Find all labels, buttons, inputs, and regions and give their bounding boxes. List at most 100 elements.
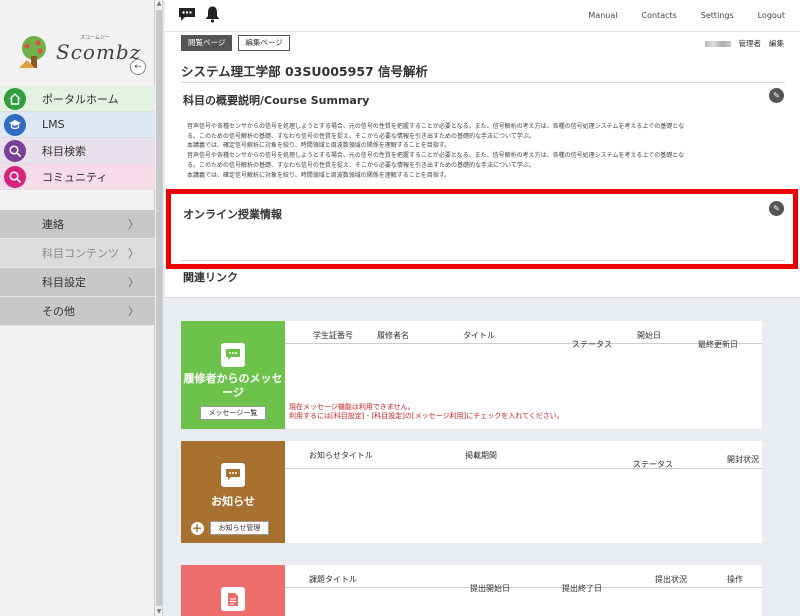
column-header-label: 最終更新日	[698, 340, 738, 349]
message-bubble-icon[interactable]	[178, 7, 196, 22]
messages-panel-title: 履修者からのメッセージ	[183, 372, 283, 399]
menu-item-label: その他	[42, 305, 75, 318]
sort-triangle-icon: ▽	[572, 339, 578, 347]
assignments-table-header: 課題タイトル 提出開始日 ▽ 提出終了日 ▽ 提出状況 操作	[285, 565, 762, 593]
column-header-label: ステータス	[633, 460, 673, 469]
sidebar-item-community[interactable]: コミュニティ	[0, 164, 155, 190]
tree-logo-icon	[19, 36, 46, 68]
news-table-header: お知らせタイトル 掲載期間 ステータス ▽ 開封状況 ▽	[285, 441, 762, 469]
news-side-panel: お知らせ + お知らせ管理	[181, 441, 285, 543]
sidebar-scrollbar[interactable]: ▲ ▼	[155, 0, 163, 616]
plus-icon[interactable]: +	[190, 521, 204, 535]
news-card: お知らせ + お知らせ管理 お知らせタイトル 掲載期間 ステータス ▽ 開封状況…	[181, 441, 762, 543]
menu-item-contact[interactable]: 連絡 〉	[0, 210, 155, 239]
top-bar: Manual Contacts Settings Logout	[165, 0, 800, 32]
divider	[181, 82, 785, 83]
scroll-up-icon[interactable]: ▲	[155, 0, 163, 8]
sidebar-menu: 連絡 〉 科目コンテンツ 〉 科目設定 〉 その他 〉	[0, 210, 155, 326]
menu-item-label: 科目コンテンツ	[42, 247, 119, 260]
course-summary-text: 音声信号や各種センサからの信号を処理しようとする場合、元の信号の性質を把握するこ…	[187, 122, 777, 180]
sidebar: スコームジー Scombz ← ポータルホーム LMS 科目検索 コミュニティ …	[0, 0, 155, 616]
sidebar-item-label: ポータルホーム	[42, 92, 119, 106]
chevron-right-icon: 〉	[128, 305, 139, 318]
assignments-side-panel	[181, 565, 285, 616]
summary-line: る。このための信号解析の基礎、すなわち信号の性質を捉え、そこから必要な情報を引き…	[187, 132, 535, 140]
sidebar-item-label: 科目検索	[42, 144, 86, 158]
manual-link[interactable]: Manual	[588, 11, 617, 20]
top-links: Manual Contacts Settings Logout	[588, 11, 785, 20]
notice-line: 現在メッセージ機能は利用できません。	[289, 403, 415, 411]
user-role: 管理者	[738, 39, 762, 48]
search-icon	[4, 139, 26, 162]
page-mode-tabs: 閲覧ページ 編集ページ	[181, 35, 290, 51]
sidebar-item-portal-home[interactable]: ポータルホーム	[0, 86, 155, 112]
bell-icon[interactable]	[204, 5, 221, 23]
message-icon	[221, 463, 245, 487]
column-header: 提出状況	[655, 575, 687, 584]
summary-line: 本講義では、確定信号解析に対象を絞り、時間領域と周波数領域の関係を理解することを…	[187, 142, 451, 150]
news-panel-title: お知らせ	[211, 495, 255, 508]
column-header-label: 提出開始日	[470, 584, 510, 593]
course-summary-title: 科目の概要説明/Course Summary	[183, 94, 370, 107]
summary-line: 音声信号や各種センサからの信号を処理しようとする場合、元の信号の性質を把握するこ…	[187, 123, 685, 130]
menu-item-course-settings[interactable]: 科目設定 〉	[0, 268, 155, 297]
scroll-down-icon[interactable]: ▼	[155, 608, 163, 616]
collapse-sidebar-button[interactable]: ←	[130, 59, 146, 75]
menu-item-course-contents[interactable]: 科目コンテンツ 〉	[0, 239, 155, 268]
chevron-right-icon: 〉	[128, 218, 139, 231]
sidebar-item-label: LMS	[42, 118, 65, 131]
sidebar-item-label: コミュニティ	[42, 170, 108, 184]
tab-edit-page[interactable]: 編集ページ	[238, 35, 290, 51]
sort-triangle-icon: ▽	[633, 459, 639, 467]
logo-wordmark: Scombz	[56, 40, 142, 64]
column-header: 操作	[727, 575, 743, 584]
column-header: お知らせタイトル	[309, 451, 373, 460]
settings-link[interactable]: Settings	[701, 11, 734, 20]
scombz-logo[interactable]: スコームジー Scombz	[16, 32, 140, 72]
sort-triangle-icon: ▽	[727, 456, 733, 464]
contacts-link[interactable]: Contacts	[642, 11, 677, 20]
column-header: 学生証番号	[313, 331, 353, 340]
message-icon	[221, 343, 245, 367]
news-actions: + お知らせ管理	[190, 521, 270, 535]
column-header: 課題タイトル	[309, 575, 357, 584]
sort-triangle-icon: ▽	[698, 339, 704, 347]
tab-view-page[interactable]: 閲覧ページ	[181, 35, 233, 51]
page-title: システム理工学部 03SU005957 信号解析	[181, 64, 429, 79]
column-header-label: ステータス	[572, 340, 612, 349]
messages-table-header: 学生証番号 履修者名 タイトル ステータス ▽ 開始日 最終更新日 ▽	[285, 321, 762, 349]
assignments-card: 課題タイトル 提出開始日 ▽ 提出終了日 ▽ 提出状況 操作	[181, 565, 762, 616]
sidebar-item-course-search[interactable]: 科目検索	[0, 138, 155, 164]
chevron-right-icon: 〉	[128, 276, 139, 289]
document-icon	[221, 587, 245, 611]
message-list-button[interactable]: メッセージ一覧	[199, 406, 267, 420]
arrow-left-icon: ←	[134, 62, 142, 72]
summary-line: る。このための信号解析の基礎、すなわち信号の性質を捉え、そこから必要な情報を引き…	[187, 161, 535, 169]
home-icon	[4, 87, 26, 110]
logout-link[interactable]: Logout	[758, 11, 785, 20]
column-header: タイトル	[463, 331, 495, 340]
sidebar-nav: ポータルホーム LMS 科目検索 コミュニティ	[0, 86, 155, 190]
menu-item-other[interactable]: その他 〉	[0, 297, 155, 326]
sidebar-item-lms[interactable]: LMS	[0, 112, 155, 138]
messages-card: 履修者からのメッセージ メッセージ一覧 学生証番号 履修者名 タイトル ステータ…	[181, 321, 762, 429]
messages-side-panel: 履修者からのメッセージ メッセージ一覧	[181, 321, 285, 429]
highlight-box	[166, 189, 798, 269]
edit-link[interactable]: 編集	[769, 38, 784, 49]
graduation-cap-icon	[4, 113, 26, 136]
menu-item-label: 連絡	[42, 218, 64, 231]
menu-item-label: 科目設定	[42, 276, 86, 289]
summary-line: 音声信号や各種センサからの信号を処理しようとする場合、元の信号の性質を把握するこ…	[187, 152, 685, 160]
column-header-label: 提出終了日	[562, 584, 602, 593]
sort-triangle-icon: ▽	[470, 583, 476, 591]
scrollbar-thumb[interactable]	[156, 10, 162, 606]
search-icon	[4, 165, 26, 188]
blurred-user-name	[704, 40, 731, 47]
column-header: 掲載期間	[465, 451, 497, 460]
notice-line: 利用するには[科目設定] - [科目設定]の[メッセージ利用]にチェックを入れて…	[289, 412, 564, 420]
pencil-icon[interactable]: ✎	[769, 88, 784, 103]
summary-line: 本講義では、確定信号解析に対象を絞り、時間領域と周波数領域の関係を理解することを…	[187, 171, 451, 179]
column-header: 履修者名	[377, 331, 409, 340]
news-manage-button[interactable]: お知らせ管理	[209, 521, 270, 535]
related-links-title: 関連リンク	[183, 271, 238, 284]
